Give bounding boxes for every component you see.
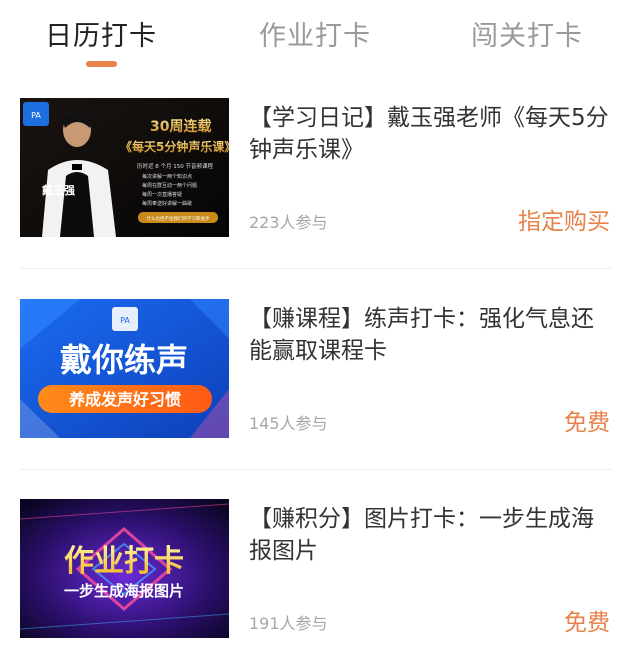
- svg-text:《每天5分钟声乐课》: 《每天5分钟声乐课》: [120, 139, 229, 154]
- svg-text:30周连载: 30周连载: [150, 118, 211, 135]
- free-button[interactable]: 免费: [564, 403, 610, 437]
- svg-text:每周一次直播答疑: 每周一次直播答疑: [142, 191, 182, 198]
- course-poster-thumbnail: PA 戴玉强 30周连载 《每天5分钟声乐课》 历时近 8 个月 150 节音频…: [20, 98, 229, 237]
- item-title[interactable]: 【学习日记】戴玉强老师《每天5分钟声乐课》: [249, 102, 609, 166]
- vocal-practice-thumbnail: PA 戴你练声 养成发声好习惯: [20, 299, 229, 438]
- svg-text:一步生成海报图片: 一步生成海报图片: [64, 582, 184, 600]
- svg-text:PA: PA: [120, 316, 130, 325]
- svg-text:戴你练声: 戴你练声: [60, 341, 188, 379]
- participant-count: 145人参与: [249, 414, 328, 433]
- divider: [20, 268, 612, 269]
- item-title[interactable]: 【赚积分】图片打卡：一步生成海报图片: [249, 503, 609, 567]
- svg-text:PA: PA: [31, 111, 41, 120]
- list-item[interactable]: PA 戴玉强 30周连载 《每天5分钟声乐课》 历时近 8 个月 150 节音频…: [20, 98, 612, 238]
- svg-text:什么也挡不住我们的学习和进步: 什么也挡不住我们的学习和进步: [147, 215, 210, 222]
- free-button[interactable]: 免费: [564, 603, 610, 637]
- svg-text:历时近 8 个月 150 节音频课程: 历时近 8 个月 150 节音频课程: [137, 162, 213, 170]
- divider: [20, 469, 612, 470]
- tab-homework-checkin[interactable]: 作业打卡: [240, 14, 390, 53]
- homework-checkin-thumbnail: 作业打卡 一步生成海报图片: [20, 499, 229, 638]
- participant-count: 223人参与: [249, 213, 328, 232]
- list-item[interactable]: 作业打卡 一步生成海报图片 【赚积分】图片打卡：一步生成海报图片 191人参与 …: [20, 499, 612, 639]
- svg-text:养成发声好习惯: 养成发声好习惯: [68, 390, 181, 409]
- active-tab-indicator: [86, 61, 117, 67]
- svg-text:每周奉送好讲解一曲歌: 每周奉送好讲解一曲歌: [142, 200, 192, 207]
- participant-count: 191人参与: [249, 614, 328, 633]
- tab-bar: 日历打卡 作业打卡 闯关打卡: [0, 0, 640, 80]
- svg-text:作业打卡: 作业打卡: [64, 544, 184, 579]
- purchase-button[interactable]: 指定购买: [518, 202, 610, 236]
- item-title[interactable]: 【赚课程】练声打卡：强化气息还能赢取课程卡: [249, 303, 609, 367]
- svg-text:每次讲解一两个知识点: 每次讲解一两个知识点: [142, 173, 192, 180]
- tab-calendar-checkin[interactable]: 日历打卡: [26, 14, 176, 53]
- list-item[interactable]: PA 戴你练声 养成发声好习惯 【赚课程】练声打卡：强化气息还能赢取课程卡 14…: [20, 299, 612, 439]
- teacher-name: 戴玉强: [42, 183, 75, 197]
- tab-challenge-checkin[interactable]: 闯关打卡: [452, 14, 602, 53]
- svg-text:每周在群互动一两个问题: 每周在群互动一两个问题: [142, 182, 197, 189]
